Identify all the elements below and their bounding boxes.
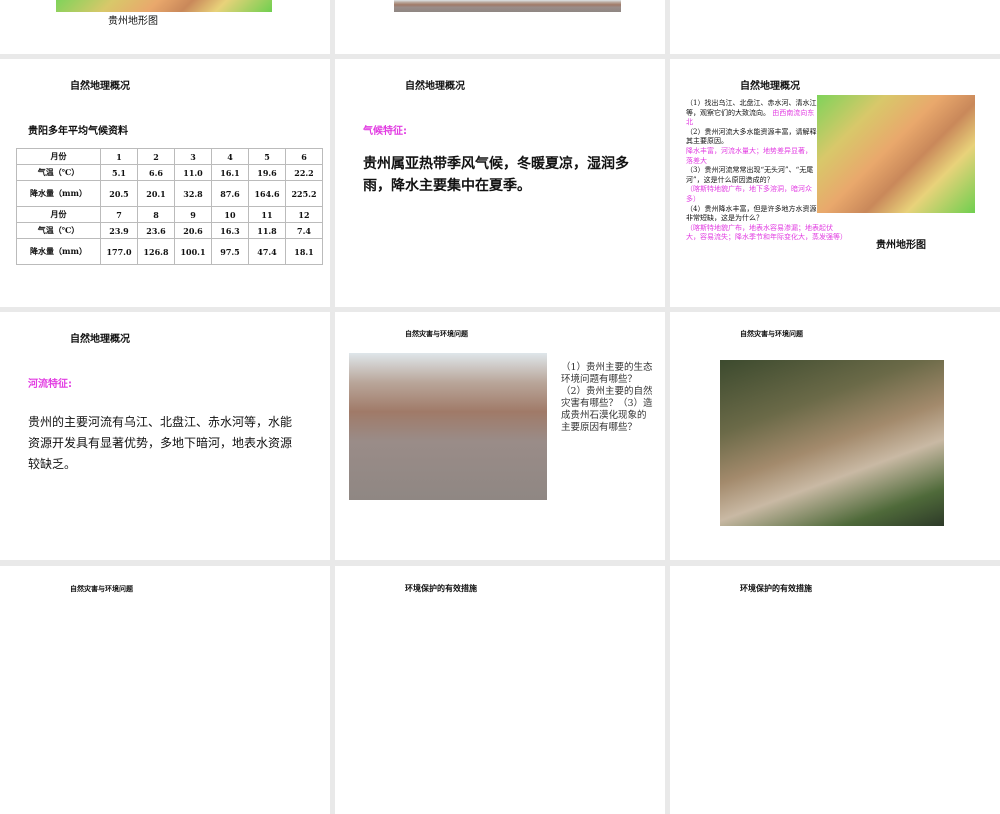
table-cell: 11.8 (248, 222, 286, 239)
slide-thumbnail[interactable]: 自然灾害与环境问题 (670, 312, 1000, 560)
table-cell: 气温（℃） (16, 164, 101, 181)
slide-thumbnail[interactable]: 环境保护的有效措施 (335, 566, 665, 814)
landslide-photo (720, 360, 944, 526)
slide-title: 自然地理概况 (405, 81, 465, 92)
table-cell: 3 (174, 148, 212, 165)
table-cell: 164.6 (248, 180, 286, 207)
questions-text: （1）贵州主要的生态环境问题有哪些？（2）贵州主要的自然灾害有哪些？（3）造成贵… (561, 362, 653, 433)
table-cell: 23.9 (100, 222, 138, 239)
answer-3: （喀斯特地貌广布，地下多溶洞，暗河众多） (686, 185, 812, 203)
table-cell: 月份 (16, 148, 101, 165)
table-cell: 12 (285, 206, 323, 223)
terrain-map-image (817, 95, 975, 213)
table-cell: 7 (100, 206, 138, 223)
slide-title: 自然地理概况 (70, 334, 130, 345)
terrain-map-image (56, 0, 272, 12)
answer-2: 降水丰富，河流水量大；地势差异显著，落差大 (686, 146, 812, 165)
river-text: 贵州的主要河流有乌江、北盘江、赤水河等，水能资源开发具有显著优势，多地下暗河，地… (28, 415, 293, 471)
table-cell: 10 (211, 206, 249, 223)
slide-title: 自然灾害与环境问题 (405, 330, 468, 338)
table-row: 降水量（mm） 177.0 126.8 100.1 97.5 47.4 18.1 (16, 238, 323, 265)
slide-thumbnail[interactable]: 自然灾害与环境问题 (0, 566, 330, 814)
table-title: 贵阳多年平均气候资料 (28, 126, 128, 137)
table-cell: 20.6 (174, 222, 212, 239)
table-cell: 5.1 (100, 164, 138, 181)
slide-thumbnail[interactable]: 环境保护的有效措施 (670, 566, 1000, 814)
table-cell: 177.0 (100, 238, 138, 265)
climate-table: 月份 1 2 3 4 5 6 气温（℃） 5.1 6.6 11.0 16.1 19.6 22.2 降水量（m… (16, 148, 323, 265)
slide-thumbnail[interactable]: 自然地理概况 （1）找出乌江、北盘江、赤水河、清水江等，观察它们的大致流向。 由… (670, 59, 1000, 307)
slide-thumbnail[interactable]: 自然地理概况 气候特征: 贵州属亚热带季风气候，冬暖夏凉，湿润多雨，降水主要集中… (335, 59, 665, 307)
map-caption: 贵州地形图 (108, 16, 158, 27)
table-cell: 23.6 (137, 222, 175, 239)
table-cell: 126.8 (137, 238, 175, 265)
question-2: （2）贵州河流大多水能资源丰富，请解释其主要原因。 (686, 127, 817, 146)
slide-thumbnail[interactable]: 自然地理概况 贵阳多年平均气候资料 月份 1 2 3 4 5 6 气温（℃） 5.1 6.6 11.… (0, 59, 330, 307)
table-row: 月份 7 8 9 10 11 12 (16, 206, 323, 223)
slide-thumbnail[interactable]: 自然灾害与环境问题 （1）贵州主要的生态环境问题有哪些？（2）贵州主要的自然灾害… (335, 312, 665, 560)
table-row: 降水量（mm） 20.5 20.1 32.8 87.6 164.6 225.2 (16, 180, 323, 207)
table-cell: 16.1 (211, 164, 249, 181)
table-cell: 1 (100, 148, 138, 165)
table-cell: 5 (248, 148, 286, 165)
table-cell: 4 (211, 148, 249, 165)
climate-text: 贵州属亚热带季风气候，冬暖夏凉，湿润多雨，降水主要集中在夏季。 (363, 156, 629, 194)
table-cell: 20.5 (100, 180, 138, 207)
section-heading: 河流特征: (28, 379, 72, 390)
answer-4: （喀斯特地貌广布，地表水容易渗漏；地表起伏大，容易流失；降水季节和年际变化大，蒸… (686, 223, 847, 242)
table-cell: 16.3 (211, 222, 249, 239)
rocky-hillside-photo (349, 353, 547, 500)
table-cell: 22.2 (285, 164, 323, 181)
slide-title: 自然地理概况 (70, 81, 130, 92)
table-cell: 100.1 (174, 238, 212, 265)
section-heading: 气候特征: (363, 126, 407, 137)
table-row: 气温（℃） 5.1 6.6 11.0 16.1 19.6 22.2 (16, 164, 323, 181)
table-cell: 气温（℃） (16, 222, 101, 239)
table-cell: 20.1 (137, 180, 175, 207)
table-cell: 19.6 (248, 164, 286, 181)
table-cell: 225.2 (285, 180, 323, 207)
table-cell: 8 (137, 206, 175, 223)
slide-title: 自然灾害与环境问题 (70, 585, 133, 593)
slide-thumbnail[interactable]: 贵州地形图 (0, 0, 330, 54)
table-cell: 47.4 (248, 238, 286, 265)
slide-title: 环境保护的有效措施 (740, 584, 812, 593)
table-cell: 9 (174, 206, 212, 223)
slide-thumbnail[interactable]: 自然地理概况 河流特征: 贵州的主要河流有乌江、北盘江、赤水河等，水能资源开发具… (0, 312, 330, 560)
table-cell: 6.6 (137, 164, 175, 181)
question-4: （4）贵州降水丰富，但是许多地方水资源非常短缺，这是为什么？ (686, 204, 817, 223)
table-cell: 97.5 (211, 238, 249, 265)
slide-thumbnail[interactable] (335, 0, 665, 54)
table-cell: 18.1 (285, 238, 323, 265)
table-row: 月份 1 2 3 4 5 6 (16, 148, 323, 165)
slide-title: 自然地理概况 (740, 81, 800, 92)
table-cell: 2 (137, 148, 175, 165)
question-3: （3）贵州河流常常出现“无头河”、“无尾河”，这是什么原因造成的？ (686, 166, 814, 184)
table-cell: 87.6 (211, 180, 249, 207)
slide-title: 自然灾害与环境问题 (740, 330, 803, 338)
table-cell: 6 (285, 148, 323, 165)
slide-title: 环境保护的有效措施 (405, 584, 477, 593)
slide-thumbnail[interactable] (670, 0, 1000, 54)
table-row: 气温（℃） 23.9 23.6 20.6 16.3 11.8 7.4 (16, 222, 323, 239)
table-cell: 月份 (16, 206, 101, 223)
map-caption: 贵州地形图 (876, 240, 926, 251)
table-cell: 32.8 (174, 180, 212, 207)
table-cell: 降水量（mm） (16, 238, 101, 265)
table-cell: 降水量（mm） (16, 180, 101, 207)
table-cell: 7.4 (285, 222, 323, 239)
table-cell: 11.0 (174, 164, 212, 181)
table-cell: 11 (248, 206, 286, 223)
landscape-photo (394, 0, 621, 12)
